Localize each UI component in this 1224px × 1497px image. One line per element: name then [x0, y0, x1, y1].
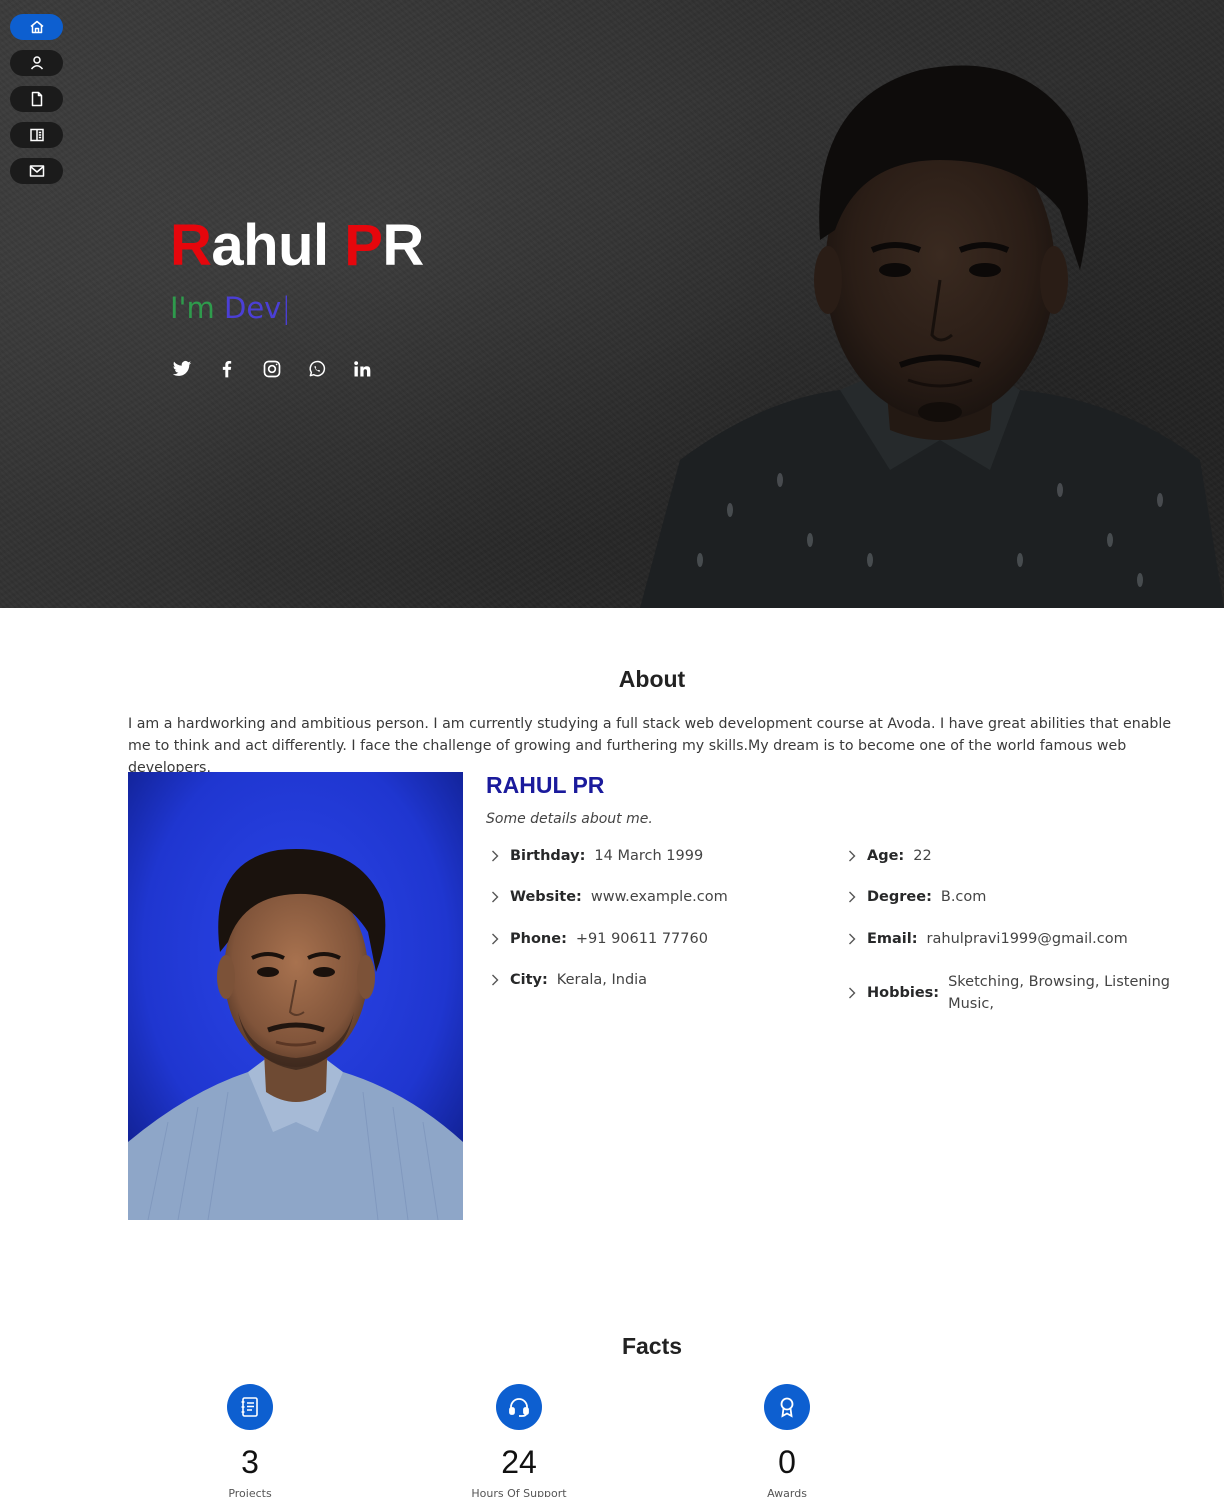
headset-icon — [509, 1398, 529, 1417]
detail-value: www.example.com — [590, 889, 728, 905]
facebook-icon — [222, 361, 232, 378]
detail-value: 14 March 1999 — [594, 848, 704, 864]
detail-age: Age: 22 — [843, 848, 932, 864]
fact-icon-badge — [227, 1384, 273, 1430]
fact-projects: 3 Projects — [170, 1384, 330, 1497]
detail-value: 22 — [913, 848, 932, 864]
detail-label: Website: — [510, 889, 582, 905]
detail-label: Hobbies: — [867, 985, 940, 1001]
chevron-right-icon — [849, 891, 856, 903]
fact-number: 24 — [501, 1444, 537, 1480]
chevron-right-icon — [849, 850, 856, 862]
detail-label: Phone: — [510, 931, 567, 947]
chevron-right-icon — [492, 850, 499, 862]
facebook-link[interactable] — [216, 358, 238, 380]
detail-website: Website: www.example.com — [486, 889, 728, 905]
hero-typed-text: I'm Dev| — [170, 291, 291, 325]
instagram-icon — [263, 360, 281, 378]
detail-value: rahulpravi1999@gmail.com — [926, 931, 1128, 947]
nav-contact[interactable] — [10, 158, 63, 184]
person-icon — [30, 56, 43, 70]
hero-portrait-image — [640, 65, 1224, 608]
fact-icon-badge — [764, 1384, 810, 1430]
detail-hobbies: Hobbies: Sketching, Browsing, Listening … — [843, 971, 1188, 1015]
detail-label: Degree: — [867, 889, 932, 905]
home-icon — [30, 20, 43, 34]
twitter-icon — [172, 361, 192, 376]
nav-resume[interactable] — [10, 86, 63, 112]
hero-section: Rahul PR I'm Dev| — [0, 0, 1224, 608]
fact-support: 24 Hours Of Support — [439, 1384, 599, 1497]
detail-label: Email: — [867, 931, 918, 947]
name-initial-last: P — [344, 213, 383, 278]
details-name: RAHUL PR — [486, 772, 605, 798]
detail-value: B.com — [940, 889, 987, 905]
chevron-right-icon — [492, 974, 499, 986]
linkedin-link[interactable] — [351, 358, 373, 380]
detail-birthday: Birthday: 14 March 1999 — [486, 848, 703, 864]
chevron-right-icon — [849, 987, 856, 999]
chevron-right-icon — [849, 933, 856, 945]
name-last-rest: R — [382, 213, 424, 278]
social-links — [171, 358, 373, 380]
profile-photo — [128, 772, 463, 1220]
details-subtitle: Some details about me. — [486, 811, 653, 827]
file-icon — [31, 91, 42, 107]
journal-icon — [241, 1397, 258, 1417]
book-icon — [29, 128, 44, 142]
fact-label: Awards — [767, 1487, 807, 1497]
facts-title: Facts — [621, 1333, 683, 1359]
hero-name: Rahul PR — [170, 212, 424, 279]
fact-number: 0 — [778, 1444, 796, 1480]
twitter-link[interactable] — [171, 358, 193, 380]
award-icon — [780, 1397, 794, 1418]
nav-about[interactable] — [10, 50, 63, 76]
detail-label: Birthday: — [510, 848, 586, 864]
linkedin-icon — [354, 361, 371, 377]
detail-value: +91 90611 77760 — [575, 931, 708, 947]
detail-phone: Phone: +91 90611 77760 — [486, 931, 708, 947]
detail-label: Age: — [867, 848, 905, 864]
fact-number: 3 — [241, 1444, 259, 1480]
about-text: I am a hardworking and ambitious person.… — [128, 716, 1172, 776]
typed-prefix: I'm — [170, 291, 224, 325]
whatsapp-icon — [309, 360, 326, 377]
name-first-rest: ahul — [211, 213, 345, 278]
fact-icon-badge — [496, 1384, 542, 1430]
name-initial-first: R — [170, 213, 212, 278]
detail-label: City: — [510, 972, 548, 988]
detail-value: Sketching, Browsing, Listening Music, — [948, 974, 1170, 1012]
instagram-link[interactable] — [261, 358, 283, 380]
chevron-right-icon — [492, 933, 499, 945]
whatsapp-link[interactable] — [306, 358, 328, 380]
detail-city: City: Kerala, India — [486, 972, 647, 988]
fact-label: Projects — [228, 1487, 272, 1497]
typed-word: Dev — [224, 291, 282, 325]
about-title: About — [618, 666, 686, 692]
side-nav — [10, 14, 63, 184]
envelope-icon — [29, 165, 44, 177]
detail-degree: Degree: B.com — [843, 889, 986, 905]
fact-label: Hours Of Support — [471, 1487, 567, 1497]
chevron-right-icon — [492, 891, 499, 903]
fact-awards: 0 Awards — [707, 1384, 867, 1497]
typed-cursor: | — [281, 291, 292, 325]
detail-email: Email: rahulpravi1999@gmail.com — [843, 931, 1128, 947]
nav-home[interactable] — [10, 14, 63, 40]
detail-value: Kerala, India — [556, 972, 648, 988]
nav-portfolio[interactable] — [10, 122, 63, 148]
